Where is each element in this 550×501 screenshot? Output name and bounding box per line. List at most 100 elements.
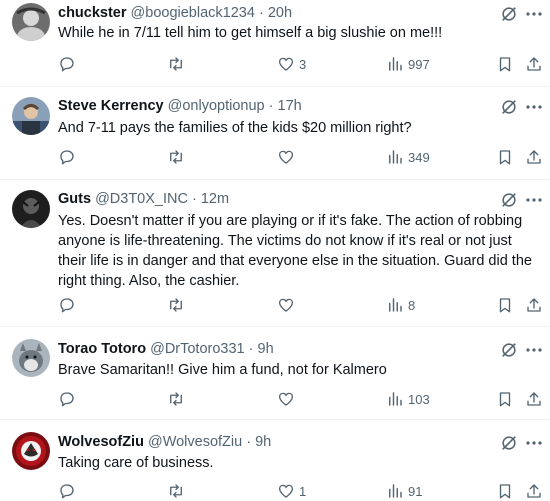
avatar[interactable] — [12, 97, 50, 135]
reply-button[interactable] — [58, 295, 76, 315]
timestamp[interactable]: 12m — [201, 191, 229, 207]
bookmark-icon — [499, 298, 511, 313]
timestamp[interactable]: 20h — [268, 5, 292, 21]
user-handle[interactable]: @onlyoptionup — [168, 98, 265, 114]
reply-text: Yes. Doesn't matter if you are playing o… — [58, 213, 532, 289]
heart-icon — [278, 392, 294, 406]
reply-icon — [60, 57, 74, 72]
like-button[interactable] — [277, 147, 299, 167]
share-button[interactable] — [525, 481, 543, 501]
views-chart-icon — [389, 298, 402, 312]
repost-icon — [170, 298, 182, 312]
timestamp[interactable]: 9h — [258, 341, 274, 357]
reply-text: And 7-11 pays the families of the kids $… — [58, 120, 412, 136]
like-button[interactable] — [277, 389, 299, 409]
view-count: 91 — [408, 483, 423, 499]
reply-button[interactable] — [58, 389, 76, 409]
repost-icon — [170, 392, 182, 406]
like-button[interactable]: 1 — [277, 481, 306, 501]
share-icon — [527, 484, 541, 498]
user-handle[interactable]: @D3T0X_INC — [95, 191, 188, 207]
views-chart-icon — [389, 484, 402, 498]
views-button[interactable]: 8 — [386, 295, 415, 315]
user-handle[interactable]: @DrTotoro331 — [150, 341, 245, 357]
views-button[interactable]: 91 — [386, 481, 422, 501]
grok-icon[interactable] — [500, 341, 518, 359]
user-handle[interactable]: @WolvesofZiu — [148, 434, 242, 450]
reply-button[interactable] — [58, 481, 76, 501]
like-button[interactable] — [277, 295, 299, 315]
more-options-icon[interactable] — [524, 341, 544, 359]
more-options-icon[interactable] — [524, 434, 544, 452]
reply[interactable]: Torao Totoro @DrTotoro331 · 9h Brave Sam… — [0, 327, 550, 420]
share-icon — [527, 57, 541, 71]
views-button[interactable]: 997 — [386, 54, 430, 74]
more-options-icon[interactable] — [524, 5, 544, 23]
avatar[interactable] — [12, 3, 50, 41]
reply[interactable]: Guts @D3T0X_INC · 12m Yes. Doesn't matte… — [0, 180, 550, 327]
avatar[interactable] — [12, 190, 50, 228]
separator: · — [191, 191, 197, 207]
bookmark-button[interactable] — [496, 481, 514, 501]
share-button[interactable] — [525, 295, 543, 315]
bookmark-button[interactable] — [496, 389, 514, 409]
reply-button[interactable] — [58, 147, 76, 167]
timestamp[interactable]: 17h — [278, 98, 302, 114]
share-icon — [527, 150, 541, 164]
grok-icon[interactable] — [500, 434, 518, 452]
heart-icon — [278, 484, 294, 498]
grok-icon[interactable] — [500, 191, 518, 209]
display-name[interactable]: Steve Kerrency — [58, 98, 164, 114]
bookmark-icon — [499, 484, 511, 499]
separator: · — [268, 98, 274, 114]
reply[interactable]: WolvesofZiu @WolvesofZiu · 9h Taking car… — [0, 420, 550, 501]
share-button[interactable] — [525, 389, 543, 409]
grok-icon[interactable] — [500, 98, 518, 116]
reply-icon — [60, 484, 74, 499]
repost-button[interactable] — [167, 481, 185, 501]
reply[interactable]: chuckster @boogieblack1234 · 20h While h… — [0, 0, 550, 87]
reply-button[interactable] — [58, 54, 76, 74]
repost-button[interactable] — [167, 389, 185, 409]
repost-button[interactable] — [167, 54, 185, 74]
more-options-icon[interactable] — [524, 191, 544, 209]
user-handle[interactable]: @boogieblack1234 — [131, 5, 255, 21]
bookmark-button[interactable] — [496, 147, 514, 167]
heart-icon — [278, 57, 294, 71]
bookmark-button[interactable] — [496, 295, 514, 315]
like-count: 1 — [299, 483, 307, 499]
grok-icon[interactable] — [500, 5, 518, 23]
views-button[interactable]: 103 — [386, 389, 430, 409]
display-name[interactable]: chuckster — [58, 5, 127, 21]
reply-text: Taking care of business. — [58, 455, 214, 471]
view-count: 8 — [408, 297, 416, 313]
display-name[interactable]: Torao Totoro — [58, 341, 146, 357]
timestamp[interactable]: 9h — [255, 434, 271, 450]
repost-button[interactable] — [167, 295, 185, 315]
reply-icon — [60, 298, 74, 313]
separator: · — [258, 5, 264, 21]
display-name[interactable]: Guts — [58, 191, 91, 207]
share-button[interactable] — [525, 147, 543, 167]
views-chart-icon — [389, 57, 402, 71]
views-chart-icon — [389, 150, 402, 164]
repost-button[interactable] — [167, 147, 185, 167]
share-icon — [527, 392, 541, 406]
display-name[interactable]: WolvesofZiu — [58, 434, 144, 450]
like-button[interactable]: 3 — [277, 54, 306, 74]
bookmark-icon — [499, 150, 511, 165]
bookmark-icon — [499, 57, 511, 72]
repost-icon — [170, 484, 182, 498]
more-options-icon[interactable] — [524, 98, 544, 116]
bookmark-icon — [499, 392, 511, 407]
views-button[interactable]: 349 — [386, 147, 430, 167]
avatar[interactable] — [12, 339, 50, 377]
separator: · — [248, 341, 254, 357]
view-count: 103 — [408, 391, 430, 407]
reply[interactable]: Steve Kerrency @onlyoptionup · 17h And 7… — [0, 87, 550, 180]
heart-icon — [278, 150, 294, 164]
reply-text: While he in 7/11 tell him to get himself… — [58, 25, 443, 41]
avatar[interactable] — [12, 432, 50, 470]
share-button[interactable] — [525, 54, 543, 74]
bookmark-button[interactable] — [496, 54, 514, 74]
